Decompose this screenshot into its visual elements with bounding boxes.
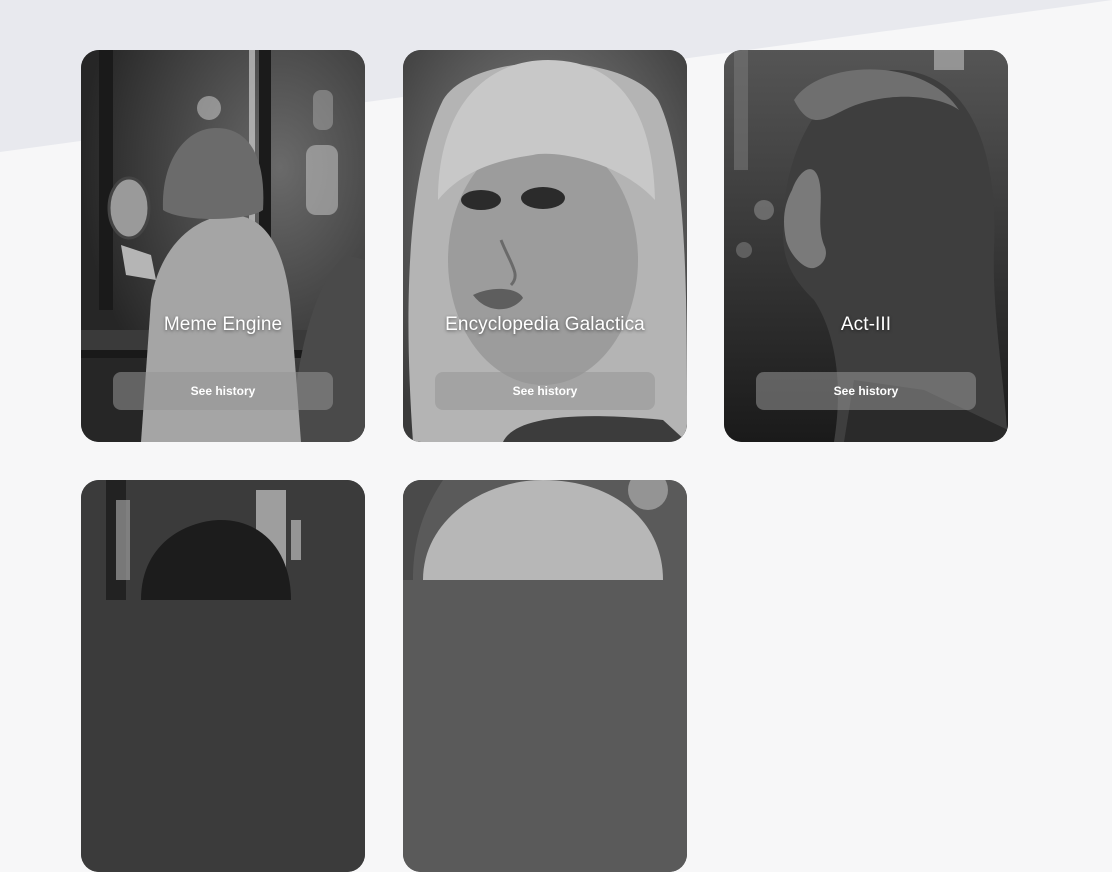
card-title: Act-III <box>840 314 892 335</box>
card-partial-4[interactable] <box>81 480 365 872</box>
card-grid: Meme Engine See history Encyclopedia Gal… <box>0 0 1112 872</box>
card-partial-5[interactable] <box>403 480 687 872</box>
see-history-button[interactable]: See history <box>435 372 655 410</box>
card-title: Meme Engine <box>163 314 283 335</box>
card-meme-engine[interactable]: Meme Engine See history <box>81 50 365 442</box>
card-title: Encyclopedia Galactica <box>445 314 645 335</box>
card-act-iii[interactable]: Act-III See history <box>724 50 1008 442</box>
card-encyclopedia-galactica[interactable]: Encyclopedia Galactica See history <box>403 50 687 442</box>
see-history-button[interactable]: See history <box>113 372 333 410</box>
woman-back-neon-sign-photo <box>81 480 365 872</box>
woman-hair-closeup-photo <box>403 480 687 872</box>
see-history-button[interactable]: See history <box>756 372 976 410</box>
